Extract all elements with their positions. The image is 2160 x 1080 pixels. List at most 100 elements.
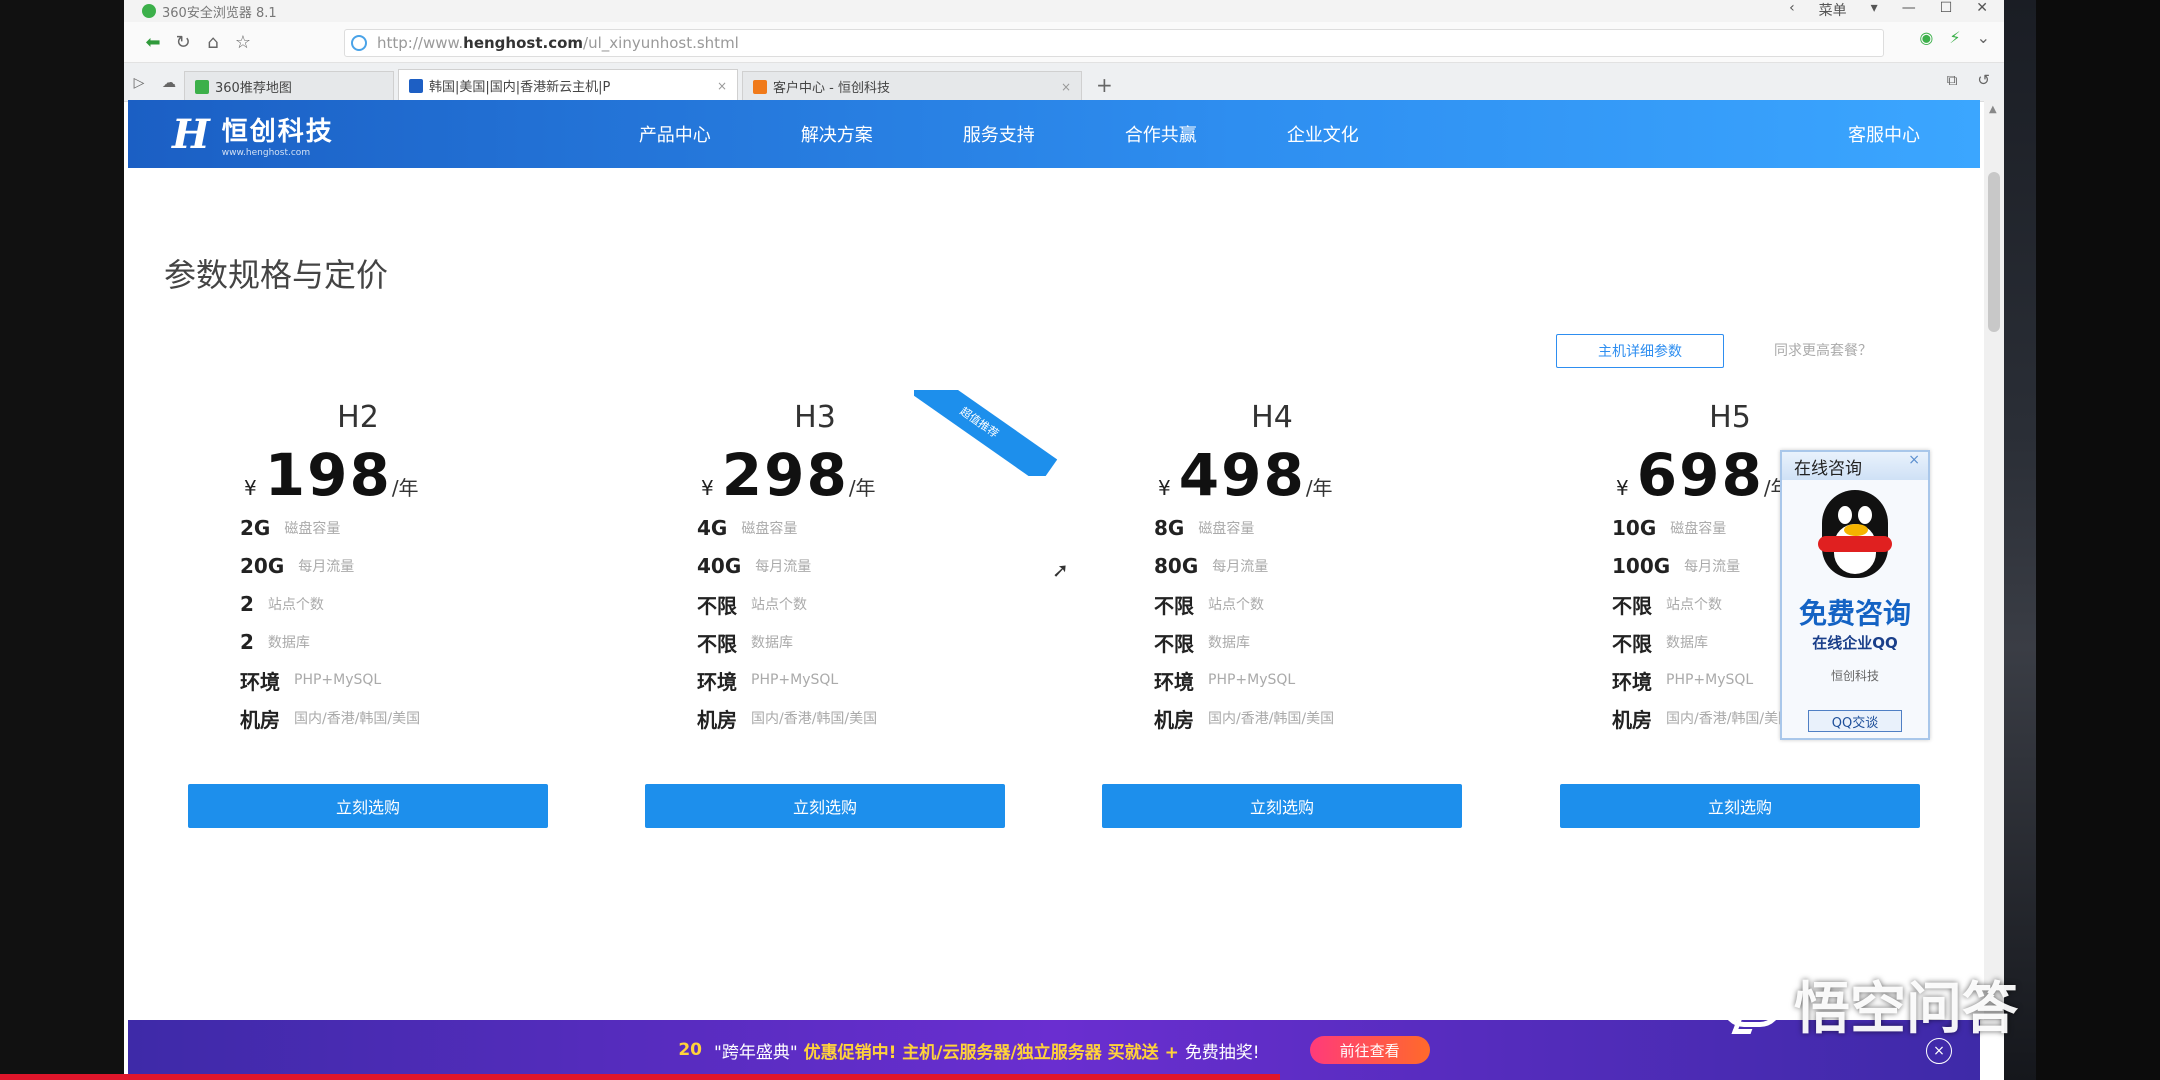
spec-value: 机房	[1154, 707, 1194, 732]
tab-customer-center[interactable]: 客户中心 - 恒创科技 ×	[742, 71, 1082, 101]
tab-360-map[interactable]: 360推荐地图	[184, 71, 394, 101]
spec-value: 2	[240, 592, 254, 616]
logo-en-text: www.henghost.com	[221, 147, 311, 158]
qq-consult-panel: 在线咨询 × 免费咨询 在线企业QQ 恒创科技 QQ交谈	[1780, 450, 1930, 740]
tab-henghost[interactable]: 韩国|美国|国内|香港新云主机|P ×	[398, 69, 738, 101]
spec-traffic: 20G 每月流量	[240, 547, 548, 585]
spec-datacenter: 机房 国内/香港/韩国/美国	[1154, 699, 1462, 737]
address-bar[interactable]: http://www. henghost.com/ul_xinyunhost.sh…	[344, 29, 1884, 57]
spec-value: 环境	[1612, 669, 1652, 694]
henghost-favicon-icon	[409, 78, 423, 93]
spec-label: 每月流量	[1684, 559, 1741, 575]
qq-headline: 免费咨询	[1798, 597, 1911, 630]
cloud-icon[interactable]: ☁	[154, 65, 184, 101]
spec-label: 磁盘容量	[741, 521, 798, 537]
nav-solutions[interactable]: 解决方案	[756, 121, 918, 147]
browser-navbar: ⬅ ↻ ⌂ ☆ http://www. henghost.com/ul_xinyu…	[124, 22, 2004, 63]
chevron-down-icon[interactable]: ⌄	[1977, 28, 1990, 47]
lightning-icon[interactable]: ⚡	[1949, 28, 1960, 47]
customer-favicon-icon	[753, 79, 767, 94]
spec-environment: 环境 PHP+MySQL	[240, 661, 548, 699]
close-icon[interactable]: ×	[1908, 452, 1920, 468]
sidebar-toggle-icon[interactable]: ▷	[124, 65, 154, 101]
window-controls: ‹ 菜单 ▾ — ☐ ✕	[1789, 0, 1988, 20]
qq-subline: 在线企业QQ	[1812, 634, 1898, 652]
spec-value: 不限	[697, 631, 737, 656]
plan-card-h4: H4 ¥ 498 /年 8G 磁盘容量 80G 每月流量 不限 站点个数 不限 数据库 …	[1102, 400, 1462, 828]
tab-list-icon[interactable]: ⧉	[1947, 71, 1958, 89]
buy-now-button[interactable]: 立刻选购	[1102, 784, 1462, 828]
back-arrow-icon[interactable]: ⬅	[138, 27, 168, 57]
close-tab-icon[interactable]: ×	[707, 79, 727, 93]
star-icon[interactable]: ☆	[228, 27, 258, 57]
page-scrollbar[interactable]: ▲	[1984, 100, 2004, 1020]
menu-control[interactable]: 菜单	[1819, 0, 1847, 20]
spec-value: 环境	[697, 669, 737, 694]
plan-name: H5	[1709, 400, 1751, 435]
spec-database: 不限 数据库	[1154, 623, 1462, 661]
spec-disk: 4G 磁盘容量	[697, 509, 1005, 547]
watermark-text: 悟空问答	[1794, 977, 2018, 1042]
spec-value: 环境	[1154, 669, 1194, 694]
spec-value: 4G	[697, 516, 728, 540]
minimize-button[interactable]: —	[1902, 0, 1916, 20]
browser-titlebar: 360安全浏览器 8.1 ‹ 菜单 ▾ — ☐ ✕	[124, 0, 2004, 22]
plan-name: H2	[337, 400, 379, 435]
spec-label: 磁盘容量	[1198, 521, 1255, 537]
undo-close-icon[interactable]: ↺	[1977, 71, 1990, 89]
close-button[interactable]: ✕	[1976, 0, 1988, 20]
spec-label: 每月流量	[1212, 559, 1269, 575]
spec-sites: 不限 站点个数	[697, 585, 1005, 623]
spec-database: 2 数据库	[240, 623, 548, 661]
spec-value: 不限	[1612, 631, 1652, 656]
price-unit: /年	[1305, 476, 1333, 500]
site-logo[interactable]: H 恒创科技 www.henghost.com	[172, 111, 334, 158]
higher-plan-link[interactable]: 同求更高套餐？	[1774, 340, 1872, 360]
scroll-up-arrow-icon[interactable]: ▲	[1989, 104, 1997, 115]
detail-params-button[interactable]: 主机详细参数	[1556, 334, 1724, 368]
nav-products[interactable]: 产品中心	[594, 121, 756, 147]
spec-label: 每月流量	[298, 559, 355, 575]
buy-now-button[interactable]: 立刻选购	[645, 784, 1005, 828]
nav-partners[interactable]: 合作共赢	[1080, 121, 1242, 147]
nav-culture[interactable]: 企业文化	[1242, 121, 1404, 147]
spec-label: 国内/香港/韩国/美国	[1666, 711, 1793, 727]
close-tab-icon[interactable]: ×	[1051, 80, 1071, 94]
spec-value: 2G	[240, 516, 271, 540]
spec-disk: 8G 磁盘容量	[1154, 509, 1462, 547]
nav-support[interactable]: 服务支持	[918, 121, 1080, 147]
currency-symbol: ¥	[1158, 476, 1171, 500]
spec-value: 8G	[1154, 516, 1185, 540]
home-icon[interactable]: ⌂	[198, 27, 228, 57]
currency-symbol: ¥	[1616, 476, 1629, 500]
service-center-link[interactable]: 客服中心	[1848, 121, 1920, 147]
back-arrow-control[interactable]: ‹	[1789, 0, 1795, 20]
maximize-button[interactable]: ☐	[1940, 0, 1953, 20]
dropdown-control[interactable]: ▾	[1871, 0, 1878, 20]
currency-symbol: ¥	[701, 476, 714, 500]
security-shield-icon[interactable]: ◉	[1919, 28, 1933, 47]
qq-panel-title: 在线咨询	[1794, 458, 1862, 479]
spec-database: 不限 数据库	[697, 623, 1005, 661]
promo-badge: 20	[678, 1040, 702, 1060]
new-tab-plus-icon[interactable]: +	[1086, 73, 1123, 101]
buy-now-button[interactable]: 立刻选购	[188, 784, 548, 828]
spec-sites: 2 站点个数	[240, 585, 548, 623]
spec-label: PHP+MySQL	[1666, 672, 1754, 688]
tab-bar-tools: ⧉ ↺	[1947, 71, 1990, 89]
refresh-icon[interactable]: ↻	[168, 27, 198, 57]
buy-now-button[interactable]: 立刻选购	[1560, 784, 1920, 828]
chat-bubble-icon	[1722, 982, 1782, 1027]
qq-chat-button[interactable]: QQ交谈	[1808, 710, 1902, 732]
scroll-thumb[interactable]	[1988, 172, 2000, 332]
spec-value: 机房	[1612, 707, 1652, 732]
desktop-background-strip	[2000, 0, 2040, 1080]
qq-company: 恒创科技	[1830, 669, 1879, 683]
promo-banner[interactable]: 20 "跨年盛典" 优惠促销中! 主机/云服务器/独立服务器 买就送 + 免费抽…	[128, 1020, 1980, 1080]
logo-cn-text: 恒创科技	[221, 116, 334, 147]
price-unit: /年	[848, 476, 876, 500]
spec-label: 国内/香港/韩国/美国	[294, 711, 421, 727]
promo-view-button[interactable]: 前往查看	[1309, 1036, 1430, 1064]
qq-penguin-icon	[1810, 490, 1900, 586]
spec-value: 100G	[1612, 554, 1671, 578]
